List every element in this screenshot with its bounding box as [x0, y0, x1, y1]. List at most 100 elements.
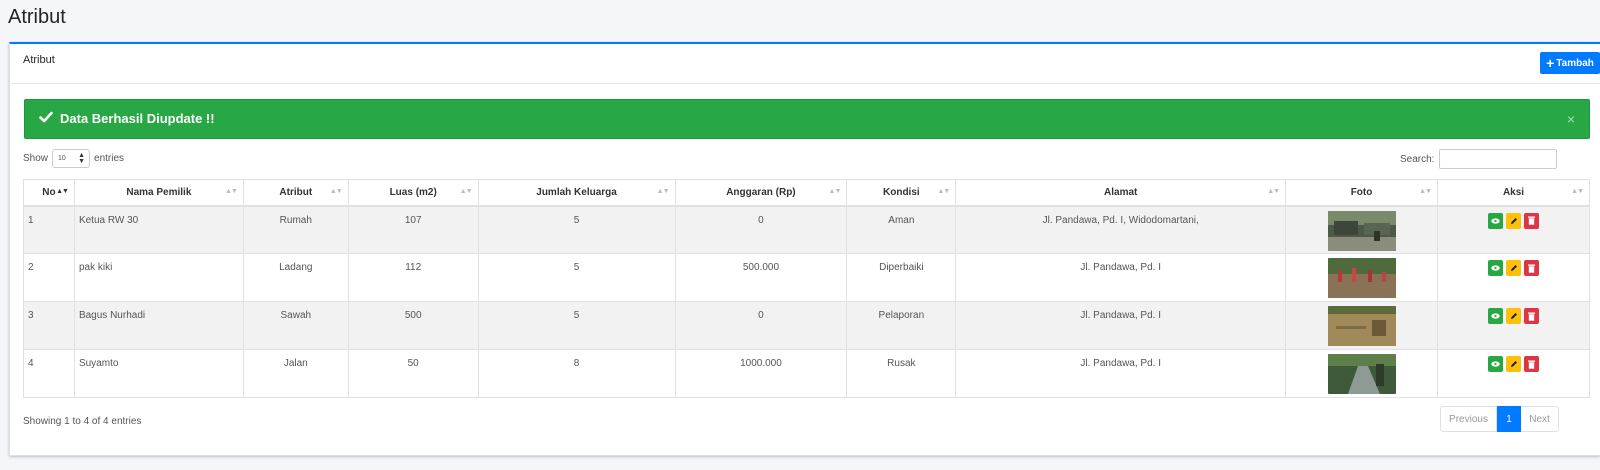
data-table: No ▲▼ Nama Pemilik ▲▼ Atribut ▲▼ Luas (m2) ▲… — [23, 179, 1590, 398]
table-header-row: No ▲▼ Nama Pemilik ▲▼ Atribut ▲▼ Luas (m2) ▲… — [23, 179, 1590, 207]
column-header[interactable]: Kondisi ▲▼ — [846, 179, 957, 207]
page-length-value: 10 — [58, 155, 66, 162]
sort-icon: ▲▼ — [459, 188, 473, 195]
table-info: Showing 1 to 4 of 4 entries — [23, 416, 142, 427]
column-header[interactable]: Foto ▲▼ — [1285, 179, 1438, 207]
cell-kondisi: Aman — [846, 205, 957, 254]
cell-alamat: Jl. Pandawa, Pd. I, Widodomartani, — [955, 205, 1287, 254]
eye-icon — [1491, 265, 1500, 271]
sort-icon: ▲▼ — [828, 188, 842, 195]
sort-icon: ▲▼ — [1419, 188, 1432, 195]
cell-kondisi: Diperbaiki — [846, 253, 957, 302]
cell-no: 1 — [23, 205, 75, 254]
cell-anggaran: 1000.000 — [674, 349, 848, 398]
sort-icon: ▲▼ — [1267, 188, 1280, 195]
edit-button[interactable] — [1506, 260, 1521, 276]
search-label: Search: — [1400, 153, 1435, 165]
delete-button[interactable] — [1524, 356, 1539, 372]
search-input[interactable] — [1439, 149, 1558, 169]
delete-button[interactable] — [1524, 260, 1539, 276]
edit-button[interactable] — [1506, 308, 1521, 324]
cell-luas: 107 — [347, 205, 479, 254]
column-header[interactable]: No ▲▼ — [23, 179, 75, 207]
column-header[interactable]: Anggaran (Rp) ▲▼ — [674, 179, 848, 207]
cell-aksi — [1437, 301, 1590, 350]
column-header[interactable]: Aksi ▲▼ — [1437, 179, 1590, 207]
cell-jumlah: 5 — [477, 301, 676, 350]
plus-icon: + — [1546, 55, 1555, 71]
column-header[interactable]: Jumlah Keluarga ▲▼ — [477, 179, 676, 207]
cell-foto — [1285, 253, 1438, 302]
cell-kondisi: Rusak — [846, 349, 957, 398]
eye-icon — [1491, 313, 1500, 319]
view-button[interactable] — [1488, 356, 1503, 372]
success-alert: Data Berhasil Diupdate !! × — [24, 99, 1590, 139]
trash-icon — [1528, 360, 1535, 369]
pencil-icon — [1510, 265, 1517, 271]
column-header[interactable]: Nama Pemilik ▲▼ — [73, 179, 244, 207]
add-button[interactable]: + Tambah — [1540, 52, 1600, 74]
cell-atribut: Sawah — [242, 301, 349, 350]
photo-icon[interactable] — [1327, 354, 1396, 394]
select-arrows-icon: ▲ ▼ — [78, 151, 86, 165]
add-button-label: Tambah — [1556, 57, 1594, 69]
cell-alamat: Jl. Pandawa, Pd. I — [955, 349, 1287, 398]
cell-luas: 112 — [347, 253, 479, 302]
column-header[interactable]: Atribut ▲▼ — [242, 179, 349, 207]
page-length-select[interactable]: 10 ▲ ▼ — [52, 149, 91, 168]
photo-icon[interactable] — [1327, 258, 1396, 298]
cell-kondisi: Pelaporan — [846, 301, 957, 350]
next-button[interactable]: Next — [1521, 406, 1559, 432]
pencil-icon — [1510, 361, 1517, 367]
cell-aksi — [1437, 349, 1590, 398]
column-header[interactable]: Alamat ▲▼ — [955, 179, 1287, 207]
edit-button[interactable] — [1506, 356, 1521, 372]
view-button[interactable] — [1488, 260, 1503, 276]
cell-nama: Suyamto — [73, 349, 244, 398]
view-button[interactable] — [1488, 212, 1503, 229]
cell-jumlah: 5 — [477, 205, 676, 254]
cell-luas: 500 — [347, 301, 479, 350]
trash-icon — [1528, 312, 1535, 321]
page-title: Atribut — [8, 6, 66, 28]
table-row: 3 Bagus Nurhadi Sawah 500 5 0 Pelaporan … — [23, 301, 1590, 350]
card-title: Atribut — [23, 54, 55, 66]
cell-jumlah: 8 — [477, 349, 676, 398]
delete-button[interactable] — [1524, 308, 1539, 324]
cell-atribut: Jalan — [242, 349, 349, 398]
edit-button[interactable] — [1506, 212, 1521, 229]
trash-icon — [1528, 264, 1535, 273]
delete-button[interactable] — [1524, 212, 1539, 229]
entries-label: entries — [94, 153, 125, 164]
cell-luas: 50 — [347, 349, 479, 398]
page-1-button[interactable]: 1 — [1497, 406, 1521, 432]
alert-message: Data Berhasil Diupdate !! — [60, 111, 215, 126]
cell-nama: pak kiki — [73, 253, 244, 302]
column-header[interactable]: Luas (m2) ▲▼ — [347, 179, 479, 207]
table-row: 2 pak kiki Ladang 112 5 500.000 Diperbai… — [23, 253, 1590, 302]
cell-no: 4 — [23, 349, 75, 398]
cell-foto — [1285, 301, 1438, 350]
cell-anggaran: 500.000 — [674, 253, 848, 302]
photo-icon[interactable] — [1327, 306, 1396, 346]
eye-icon — [1491, 361, 1500, 367]
table-row: 4 Suyamto Jalan 50 8 1000.000 Rusak Jl. … — [23, 349, 1590, 398]
photo-icon[interactable] — [1327, 210, 1396, 251]
close-icon[interactable]: × — [1567, 111, 1575, 127]
cell-no: 2 — [23, 253, 75, 302]
cell-anggaran: 0 — [674, 205, 848, 254]
show-label: Show — [23, 153, 49, 164]
sort-icon: ▲▼ — [56, 188, 69, 195]
cell-atribut: Rumah — [242, 205, 349, 254]
cell-nama: Ketua RW 30 — [73, 205, 244, 254]
view-button[interactable] — [1488, 308, 1503, 324]
sort-icon: ▲▼ — [937, 188, 950, 195]
pencil-icon — [1510, 313, 1517, 319]
cell-foto — [1285, 349, 1438, 398]
page-length-control: Show 10 ▲ ▼ entries — [23, 149, 124, 168]
previous-button[interactable]: Previous — [1440, 406, 1497, 432]
cell-alamat: Jl. Pandawa, Pd. I — [955, 301, 1287, 350]
card-header: Atribut — [10, 44, 1600, 84]
table-row: 1 Ketua RW 30 Rumah 107 5 0 Aman Jl. Pan… — [23, 205, 1590, 254]
cell-aksi — [1437, 205, 1590, 254]
